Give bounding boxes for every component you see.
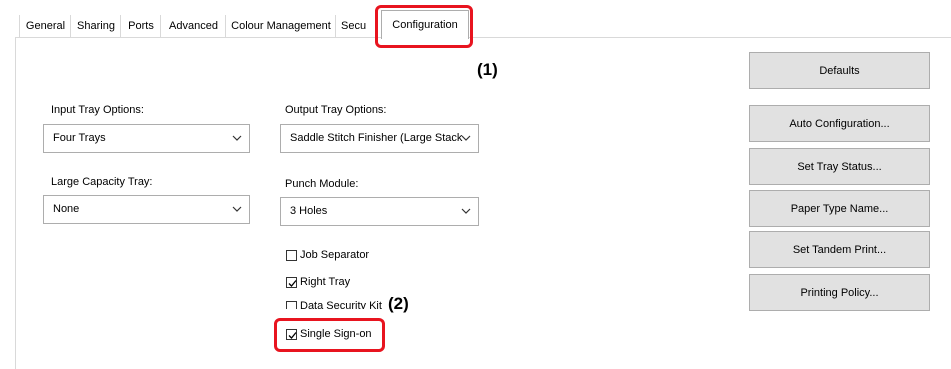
printing-policy-label: Printing Policy...: [800, 286, 879, 299]
set-tandem-print-button[interactable]: Set Tandem Print...: [749, 231, 930, 268]
set-tray-status-button[interactable]: Set Tray Status...: [749, 148, 930, 185]
right-tray-label: Right Tray: [300, 276, 351, 288]
chevron-down-icon: [232, 206, 242, 212]
chevron-down-icon: [232, 135, 242, 141]
annotation-2: (2): [388, 294, 409, 313]
tab-colour-management[interactable]: Colour Management: [225, 15, 336, 37]
checkmark-icon: [288, 279, 297, 287]
punch-module-value: 3 Holes: [290, 205, 328, 217]
checkbox-box[interactable]: [286, 276, 297, 288]
input-tray-value: Four Trays: [53, 132, 106, 144]
large-capacity-select[interactable]: None: [43, 195, 250, 224]
output-tray-value: Saddle Stitch Finisher (Large Stack: [290, 132, 463, 144]
checkbox-box[interactable]: [286, 301, 297, 309]
checkbox-box[interactable]: [286, 249, 297, 261]
defaults-button-label: Defaults: [819, 64, 860, 77]
tab-general[interactable]: General: [19, 15, 71, 37]
data-security-kit-checkbox[interactable]: Data Security Kit: [286, 299, 382, 309]
chevron-down-icon: [461, 135, 471, 141]
printing-policy-button[interactable]: Printing Policy...: [749, 274, 930, 311]
tab-highlight: [375, 5, 473, 48]
defaults-button[interactable]: Defaults: [749, 52, 930, 89]
large-capacity-label: Large Capacity Tray:: [51, 176, 153, 188]
input-tray-select[interactable]: Four Trays: [43, 124, 250, 153]
input-tray-label: Input Tray Options:: [51, 104, 144, 116]
set-tandem-print-label: Set Tandem Print...: [792, 243, 887, 256]
tab-ports[interactable]: Ports: [120, 15, 161, 37]
punch-module-select[interactable]: 3 Holes: [280, 197, 479, 226]
paper-type-name-button[interactable]: Paper Type Name...: [749, 190, 930, 227]
output-tray-select[interactable]: Saddle Stitch Finisher (Large Stack: [280, 124, 479, 153]
output-tray-label: Output Tray Options:: [285, 104, 387, 116]
checkbox-highlight: [274, 318, 385, 352]
large-capacity-value: None: [53, 203, 80, 215]
set-tray-status-label: Set Tray Status...: [797, 160, 882, 173]
job-separator-checkbox[interactable]: Job Separator: [286, 247, 369, 263]
punch-module-label: Punch Module:: [285, 178, 359, 190]
chevron-down-icon: [461, 208, 471, 214]
tab-security[interactable]: Secu: [335, 15, 377, 37]
panel-left-border: [15, 37, 16, 369]
right-tray-checkbox[interactable]: Right Tray: [286, 274, 350, 290]
paper-type-name-label: Paper Type Name...: [790, 202, 889, 215]
tab-advanced[interactable]: Advanced: [160, 15, 226, 37]
auto-configuration-button[interactable]: Auto Configuration...: [749, 105, 930, 142]
tab-strip-border: [15, 37, 951, 38]
tab-sharing[interactable]: Sharing: [70, 15, 121, 37]
auto-configuration-label: Auto Configuration...: [789, 117, 890, 130]
annotation-1: (1): [477, 60, 498, 79]
job-separator-label: Job Separator: [300, 249, 370, 261]
data-security-kit-label: Data Security Kit: [300, 300, 382, 309]
